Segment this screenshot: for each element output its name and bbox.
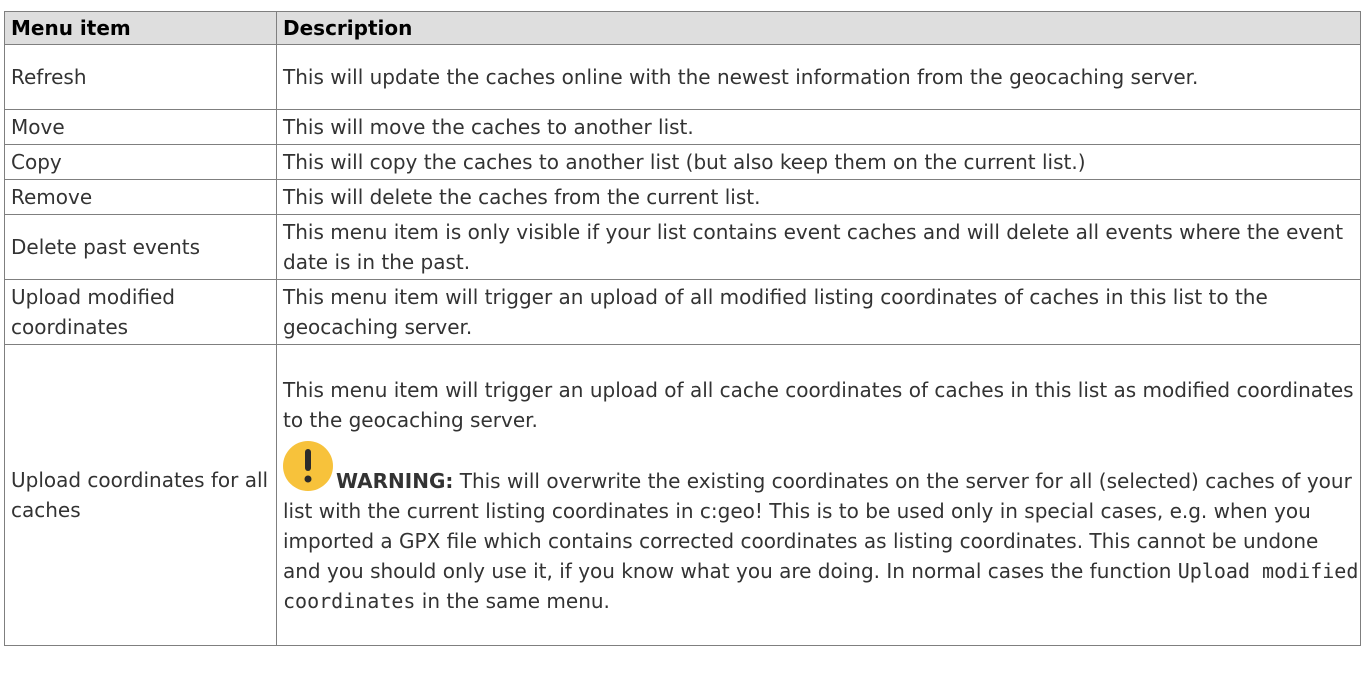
table-header-row: Menu item Description — [4, 11, 1361, 45]
menu-item-cell: Refresh — [4, 44, 277, 110]
menu-item-cell: Copy — [4, 144, 277, 180]
table-row: Delete past events This menu item is onl… — [4, 214, 1361, 280]
description-cell: This will copy the caches to another lis… — [276, 144, 1361, 180]
menu-item-cell: Move — [4, 109, 277, 145]
description-cell: This will update the caches online with … — [276, 44, 1361, 110]
menu-item-cell: Upload coordinates for all caches — [4, 344, 277, 646]
header-description: Description — [276, 11, 1361, 45]
menu-item-cell: Remove — [4, 179, 277, 215]
table-row: Remove This will delete the caches from … — [4, 179, 1361, 215]
description-text: This menu item will trigger an upload of… — [283, 377, 1354, 432]
description-cell: This will delete the caches from the cur… — [276, 179, 1361, 215]
menu-item-cell: Upload modified coordinates — [4, 279, 277, 345]
table-row: Refresh This will update the caches onli… — [4, 44, 1361, 110]
menu-items-table: Menu item Description Refresh This will … — [4, 11, 1361, 646]
header-menu-item: Menu item — [4, 11, 277, 45]
table-row: Upload coordinates for all caches This m… — [4, 344, 1361, 646]
description-cell: This menu item will trigger an upload of… — [276, 344, 1361, 646]
menu-item-cell: Delete past events — [4, 214, 277, 280]
table-row: Move This will move the caches to anothe… — [4, 109, 1361, 145]
exclamation-warning-icon — [283, 440, 333, 491]
warning-paragraph: WARNING: This will overwrite the existin… — [283, 440, 1360, 616]
description-cell: This menu item will trigger an upload of… — [276, 279, 1361, 345]
warning-label: WARNING: — [336, 468, 454, 493]
warning-suffix: in the same menu. — [415, 588, 610, 613]
table-row: Upload modified coordinates This menu it… — [4, 279, 1361, 345]
description-cell: This menu item is only visible if your l… — [276, 214, 1361, 280]
table-row: Copy This will copy the caches to anothe… — [4, 144, 1361, 180]
description-cell: This will move the caches to another lis… — [276, 109, 1361, 145]
